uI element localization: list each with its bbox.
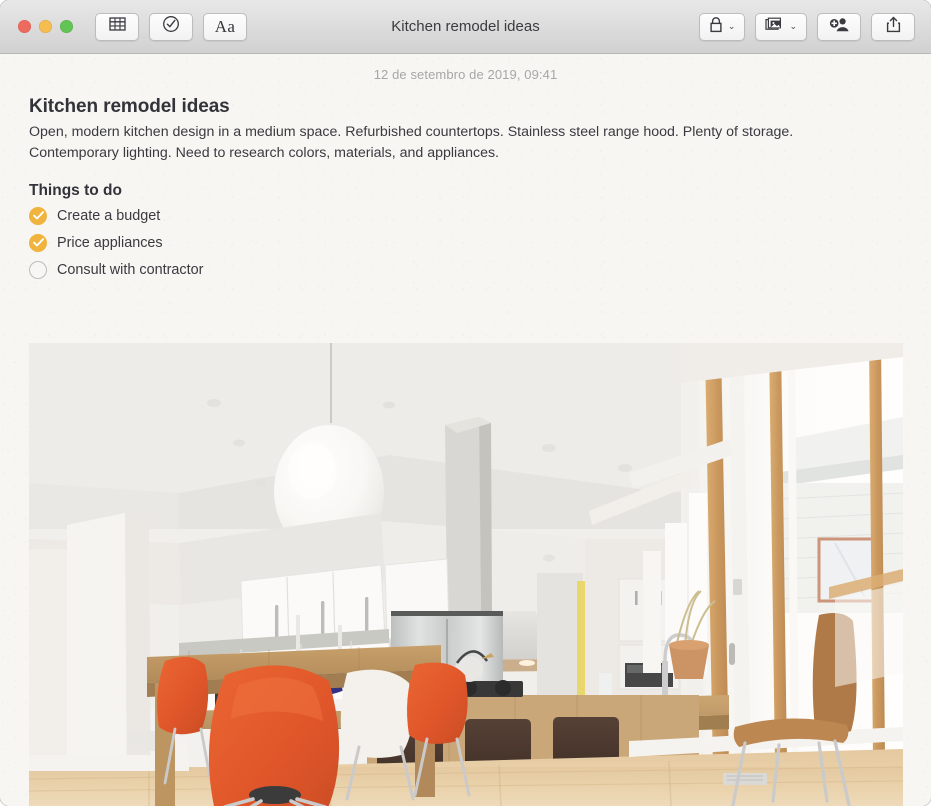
checkmark-circle-icon xyxy=(162,15,180,38)
close-button[interactable] xyxy=(18,20,31,33)
share-icon xyxy=(886,16,901,38)
add-person-icon xyxy=(828,16,851,38)
media-button[interactable]: ⌄ xyxy=(755,12,807,41)
checklist-button[interactable] xyxy=(149,12,193,41)
text-format-icon: Aa xyxy=(214,16,236,36)
checklist: Create a budget Price appliances Consult… xyxy=(29,202,931,283)
list-item[interactable]: Create a budget xyxy=(29,202,931,229)
chevron-down-icon: ⌄ xyxy=(727,21,736,31)
notes-window: Aa Kitchen remodel ideas ⌄ ⌄ 12 de setem… xyxy=(0,0,931,806)
toolbar-left-group: Aa xyxy=(95,12,247,41)
minimize-button[interactable] xyxy=(39,20,52,33)
table-icon xyxy=(108,16,126,37)
lock-button[interactable]: ⌄ xyxy=(698,12,746,41)
kitchen-photo[interactable] xyxy=(29,343,903,806)
note-title: Kitchen remodel ideas xyxy=(29,96,230,117)
section-heading: Things to do xyxy=(29,182,122,199)
photo-stack-icon xyxy=(765,16,784,38)
list-item-label: Price appliances xyxy=(57,234,163,251)
list-item-label: Create a budget xyxy=(57,207,161,224)
checkbox-checked-icon[interactable] xyxy=(29,206,47,225)
window-titlebar: Aa Kitchen remodel ideas ⌄ ⌄ xyxy=(0,0,931,54)
traffic-lights xyxy=(18,20,73,33)
list-item-label: Consult with contractor xyxy=(57,261,204,278)
list-item[interactable]: Consult with contractor xyxy=(29,256,931,283)
checkbox-checked-icon[interactable] xyxy=(29,233,47,252)
zoom-button[interactable] xyxy=(60,20,73,33)
chevron-down-icon: ⌄ xyxy=(789,21,797,31)
share-button[interactable] xyxy=(871,12,915,41)
note-date: 12 de setembro de 2019, 09:41 xyxy=(373,67,558,82)
add-people-button[interactable] xyxy=(817,12,861,41)
table-button[interactable] xyxy=(95,12,139,41)
list-item[interactable]: Price appliances xyxy=(29,229,931,256)
note-content-area[interactable]: 12 de setembro de 2019, 09:41 Kitchen re… xyxy=(0,54,931,806)
kitchen-photo-image xyxy=(29,343,903,806)
checkbox-empty-icon[interactable] xyxy=(29,260,47,279)
toolbar-right-group: ⌄ ⌄ xyxy=(698,12,915,41)
lock-icon xyxy=(709,16,723,38)
note-body-text: Open, modern kitchen design in a medium … xyxy=(29,124,794,161)
format-button[interactable]: Aa xyxy=(203,12,247,41)
